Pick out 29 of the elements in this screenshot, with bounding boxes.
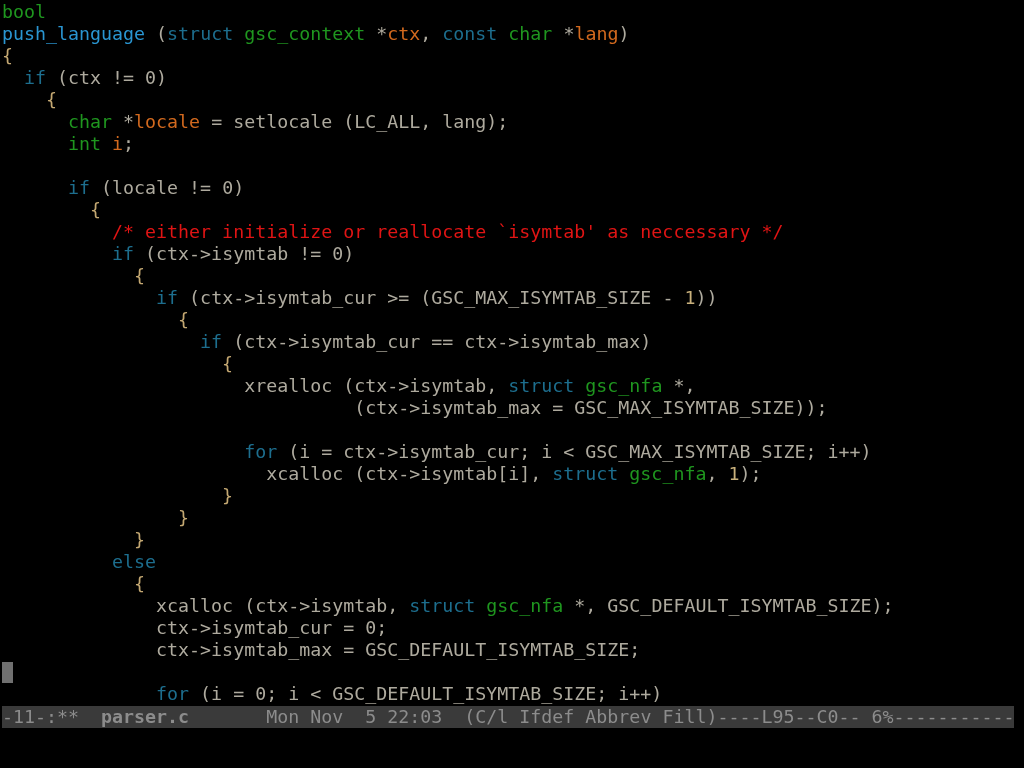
code-line: }	[221, 485, 234, 507]
code-line: {	[45, 89, 58, 111]
code-line: (ctx->isymtab_max = GSC_MAX_ISYMTAB_SIZE));	[353, 397, 828, 419]
code-line: xrealloc (ctx->isymtab, struct gsc_nfa *,	[243, 375, 696, 397]
code-line: push_language (struct gsc_context *ctx, const char *lang)	[2, 23, 630, 45]
code-line: {	[221, 353, 234, 375]
code-line: for (i = ctx->isymtab_cur; i < GSC_MAX_ISYMTAB_SIZE; i++)	[243, 441, 872, 463]
code-line: int i;	[67, 133, 135, 155]
code-line: ctx->isymtab_max = GSC_DEFAULT_ISYMTAB_SIZE;	[155, 639, 641, 661]
code-line: {	[2, 45, 13, 67]
code-line: if (ctx->isymtab_cur >= (GSC_MAX_ISYMTAB_SIZE - 1))	[155, 287, 718, 309]
code-line: xcalloc (ctx->isymtab[i], struct gsc_nfa, 1);	[265, 463, 762, 485]
code-line: if (ctx->isymtab_cur == ctx->isymtab_max)	[199, 331, 652, 353]
code-line: {	[177, 309, 190, 331]
code-line: char *locale = setlocale (LC_ALL, lang);	[67, 111, 509, 133]
code-line: if (locale != 0)	[67, 177, 245, 199]
code-line: {	[133, 573, 146, 595]
code-line: }	[133, 529, 146, 551]
code-line: /* either initialize or reallocate `isymtab' as neccessary */	[111, 221, 784, 243]
code-line: xcalloc (ctx->isymtab, struct gsc_nfa *, GSC_DEFAULT_ISYMTAB_SIZE);	[155, 595, 894, 617]
code-line: bool	[2, 1, 47, 23]
code-line: ctx->isymtab_cur = 0;	[155, 617, 388, 639]
code-line: for (i = 0; i < GSC_DEFAULT_ISYMTAB_SIZE; i++)	[155, 683, 663, 705]
code-line: {	[133, 265, 146, 287]
code-line: {	[89, 199, 102, 221]
code-line: if (ctx->isymtab != 0)	[111, 243, 355, 265]
code-line: if (ctx != 0)	[23, 67, 168, 89]
code-line: else	[111, 551, 157, 573]
code-line: }	[177, 507, 190, 529]
